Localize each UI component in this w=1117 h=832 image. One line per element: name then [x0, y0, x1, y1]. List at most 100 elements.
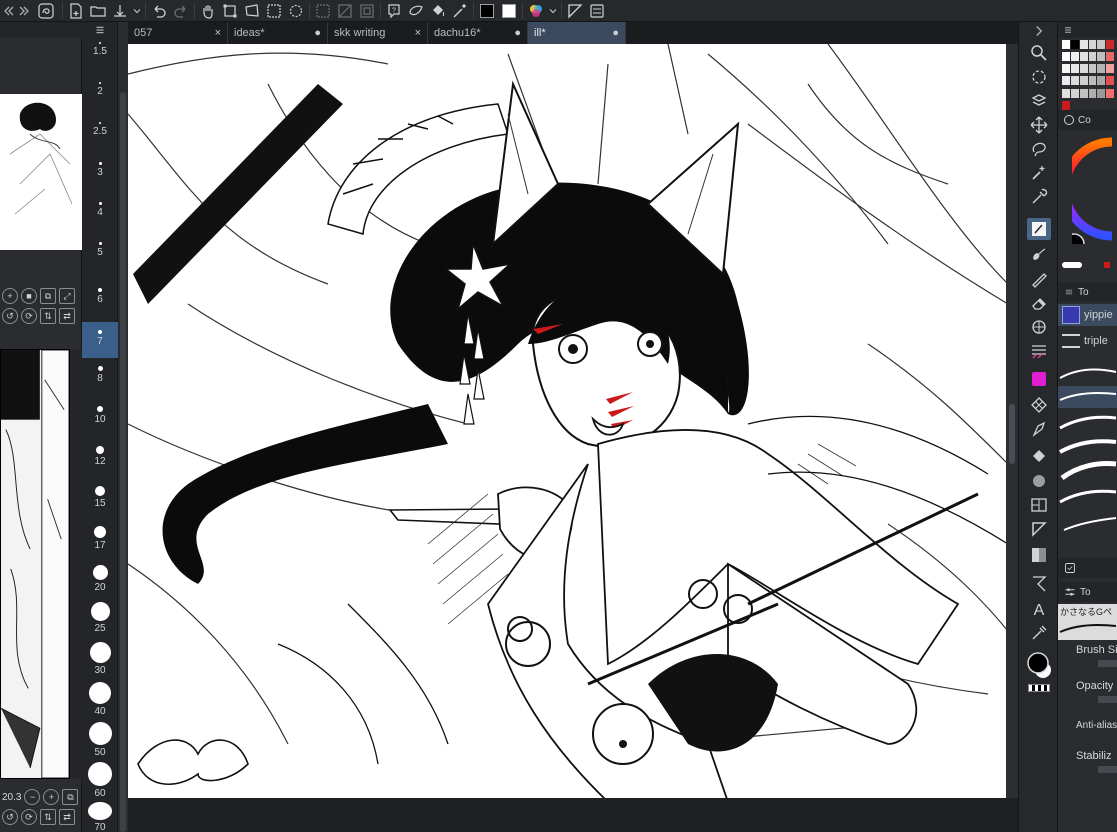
rotate-left-icon[interactable]: ↺: [2, 809, 18, 825]
stop-icon[interactable]: [1064, 115, 1074, 125]
free-transform-icon[interactable]: [241, 0, 263, 22]
brush-stroke-preview[interactable]: [1058, 486, 1117, 508]
brush-stroke-preview[interactable]: [1058, 512, 1117, 534]
auto-select-tool-icon[interactable]: [1027, 162, 1051, 184]
clear-icon[interactable]: [263, 0, 285, 22]
collapse-left-icon[interactable]: [0, 0, 16, 22]
tab-skk-writing[interactable]: skk writing ×: [328, 22, 428, 44]
dropdown-chevron-icon[interactable]: [131, 0, 143, 22]
tab-dachu16[interactable]: dachu16* ●: [428, 22, 528, 44]
eyedropper-tool-icon[interactable]: [1027, 186, 1051, 208]
brush-stroke-preview-selected[interactable]: [1058, 386, 1117, 408]
unsaved-dot-icon[interactable]: ●: [514, 27, 521, 39]
operation-tool-icon[interactable]: [1027, 572, 1051, 594]
deco-tool-icon[interactable]: [1027, 316, 1051, 338]
color-wheel-tab[interactable]: Co: [1078, 115, 1091, 126]
redo-icon[interactable]: [170, 0, 192, 22]
unsaved-dot-icon[interactable]: ●: [314, 27, 321, 39]
pen-tool-icon[interactable]: [1027, 218, 1051, 240]
hand-icon[interactable]: [197, 0, 219, 22]
blend-tool-icon[interactable]: [1027, 418, 1051, 440]
dropdown-chevron-icon[interactable]: [547, 0, 559, 22]
fit-icon[interactable]: ⧉: [40, 288, 56, 304]
brush-item-triple[interactable]: triple: [1058, 330, 1117, 352]
save-icon[interactable]: [109, 0, 131, 22]
reset-rotation-icon[interactable]: ⟳: [21, 809, 37, 825]
menu-icon[interactable]: [1064, 287, 1074, 297]
brush-size-item[interactable]: 25: [82, 602, 118, 634]
brush-size-item[interactable]: 12: [82, 446, 118, 467]
expand-view-icon[interactable]: ⤢: [59, 288, 75, 304]
undo-icon[interactable]: [148, 0, 170, 22]
zoom-in-icon[interactable]: +: [43, 789, 60, 805]
brush-size-item[interactable]: 8: [82, 366, 118, 384]
app-logo-icon[interactable]: [32, 0, 60, 22]
close-icon[interactable]: ×: [215, 27, 221, 39]
layer-move-tool-icon[interactable]: [1027, 90, 1051, 112]
select-none-icon[interactable]: [312, 0, 334, 22]
flip-horizontal-icon[interactable]: ⇄: [59, 809, 75, 825]
move-tool-icon[interactable]: [1027, 114, 1051, 136]
main-color-swatch[interactable]: [476, 0, 498, 22]
unsaved-dot-icon[interactable]: ●: [612, 27, 619, 39]
brush-size-item[interactable]: 2.5: [82, 122, 118, 137]
zoom-tool-icon[interactable]: [1027, 42, 1051, 64]
stop-icon[interactable]: ■: [21, 288, 37, 304]
zoom-in-icon[interactable]: +: [2, 288, 18, 304]
frame-tool-icon[interactable]: [1027, 494, 1051, 516]
transparent-color-swatch[interactable]: [1027, 682, 1051, 694]
tab-ideas[interactable]: ideas* ●: [228, 22, 328, 44]
layer-scrollbar[interactable]: [70, 349, 82, 779]
brush-stroke-preview[interactable]: [1058, 460, 1117, 482]
brush-size-item[interactable]: 10: [82, 406, 118, 425]
brush-size-item[interactable]: 2: [82, 82, 118, 97]
brush-stroke-preview[interactable]: [1058, 436, 1117, 458]
actual-size-icon[interactable]: ⧉: [62, 789, 79, 805]
rotate-icon[interactable]: [285, 0, 307, 22]
brush-size-item[interactable]: 1.5: [82, 42, 118, 57]
brush-size-item[interactable]: 3: [82, 162, 118, 178]
palette-menu-icon[interactable]: [82, 22, 118, 38]
flip-vertical-icon[interactable]: ⇅: [40, 809, 56, 825]
text-tool-icon[interactable]: A: [1027, 598, 1051, 620]
invert-selection-icon[interactable]: [334, 0, 356, 22]
tone-tool-icon[interactable]: [1027, 394, 1051, 416]
zoom-out-icon[interactable]: −: [24, 789, 41, 805]
flip-horizontal-icon[interactable]: ⇄: [59, 308, 75, 324]
tab-057[interactable]: 057 ×: [128, 22, 228, 44]
navigator-preview[interactable]: [0, 94, 82, 250]
hatching-tool-icon[interactable]: [1027, 340, 1051, 362]
close-icon[interactable]: ×: [415, 27, 421, 39]
color-wheel[interactable]: [1060, 134, 1117, 255]
show-selection-icon[interactable]: [356, 0, 378, 22]
eraser-tool-icon[interactable]: [1027, 292, 1051, 314]
brush-size-item[interactable]: 60: [82, 762, 118, 799]
gradient-tool-icon[interactable]: [1027, 544, 1051, 566]
zoom-value[interactable]: 20.3: [2, 792, 21, 803]
help-icon[interactable]: ?: [383, 0, 405, 22]
brush-size-item[interactable]: 4: [82, 202, 118, 218]
open-folder-icon[interactable]: [87, 0, 109, 22]
airbrush-tool-icon[interactable]: [1027, 268, 1051, 290]
tool-property-tab[interactable]: To: [1080, 587, 1091, 598]
tab-ill[interactable]: ill* ●: [528, 22, 626, 44]
ruler-snap-icon[interactable]: [564, 0, 586, 22]
fill-tool-icon[interactable]: [1027, 446, 1051, 468]
reference-icon[interactable]: [405, 0, 427, 22]
collapse-right-icon[interactable]: [1027, 20, 1051, 42]
rotate-tool-icon[interactable]: [1027, 66, 1051, 88]
flip-vertical-icon[interactable]: ⇅: [40, 308, 56, 324]
brush-size-item[interactable]: 17: [82, 526, 118, 551]
correction-tool-icon[interactable]: [1027, 622, 1051, 644]
canvas-vertical-scrollbar[interactable]: [1006, 44, 1018, 798]
brush-size-item[interactable]: 50: [82, 722, 118, 758]
gradient-fill-tool-icon[interactable]: [1027, 470, 1051, 492]
brush-size-item[interactable]: 20: [82, 565, 118, 593]
color-indicator[interactable]: [1027, 650, 1051, 680]
transform-icon[interactable]: [219, 0, 241, 22]
sub-tool-tab[interactable]: To: [1078, 287, 1089, 298]
brush-size-item-selected[interactable]: 7: [82, 322, 118, 358]
palette-menu-icon[interactable]: [1062, 24, 1074, 36]
size-palette-scrollbar[interactable]: [118, 22, 128, 832]
grid-settings-icon[interactable]: [586, 0, 608, 22]
